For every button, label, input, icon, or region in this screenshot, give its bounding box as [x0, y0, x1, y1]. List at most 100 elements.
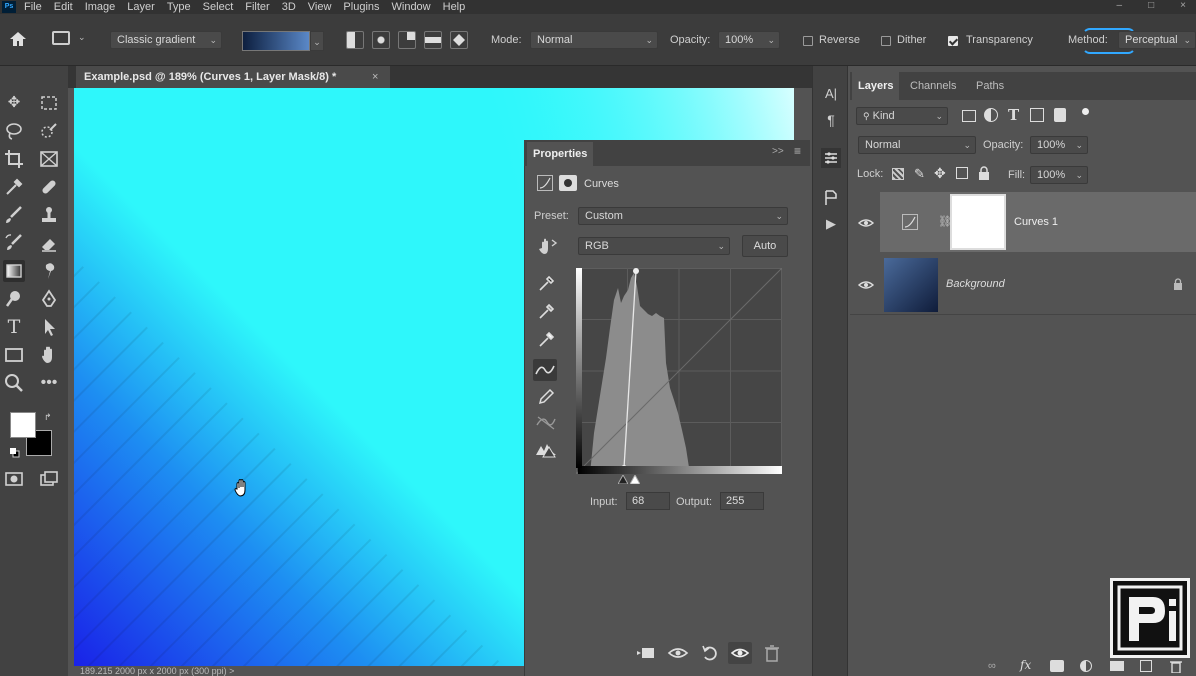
- new-group-folder-icon[interactable]: [1110, 661, 1124, 671]
- close-window-button[interactable]: ×: [1180, 0, 1186, 11]
- toggle-visibility-icon[interactable]: [728, 642, 752, 664]
- menu-3d[interactable]: 3D: [282, 1, 296, 13]
- brush-tool-icon[interactable]: [3, 204, 25, 226]
- collapse-panel-button[interactable]: >>: [772, 146, 784, 157]
- layer-style-fx-icon[interactable]: fx: [1020, 658, 1031, 672]
- blend-mode-dropdown[interactable]: Normal ⌄: [858, 136, 976, 154]
- pen-tool-icon[interactable]: [38, 288, 60, 310]
- new-adjustment-layer-icon[interactable]: [1080, 660, 1092, 672]
- clipping-warning-icon[interactable]: [534, 438, 558, 460]
- panel-menu-icon[interactable]: ≡: [794, 144, 801, 158]
- menu-filter[interactable]: Filter: [245, 1, 269, 13]
- clone-stamp-tool-icon[interactable]: [38, 204, 60, 226]
- screen-mode-icon[interactable]: [38, 468, 60, 490]
- add-mask-icon[interactable]: [1050, 660, 1064, 672]
- gradient-swatch[interactable]: [242, 31, 310, 51]
- hand-tool-icon[interactable]: [38, 344, 60, 366]
- menu-image[interactable]: Image: [85, 1, 116, 13]
- delete-layer-icon[interactable]: [1170, 659, 1182, 673]
- lock-artboard-icon[interactable]: [956, 167, 968, 179]
- curves-graph[interactable]: [576, 268, 782, 474]
- menu-type[interactable]: Type: [167, 1, 191, 13]
- linear-gradient-button[interactable]: [346, 31, 364, 49]
- menu-layer[interactable]: Layer: [127, 1, 155, 13]
- lock-all-icon[interactable]: [978, 166, 990, 180]
- set-white-point-eyedropper-icon[interactable]: [534, 328, 558, 350]
- type-tool-icon[interactable]: T: [3, 316, 25, 338]
- tab-paths[interactable]: Paths: [970, 72, 1010, 100]
- character-panel-icon[interactable]: A|: [821, 84, 841, 104]
- filter-smart-object-icon[interactable]: [1054, 108, 1066, 122]
- layer-locked-icon[interactable]: [1172, 278, 1184, 290]
- transparency-checkbox[interactable]: [948, 36, 958, 46]
- menu-file[interactable]: File: [24, 1, 42, 13]
- marquee-tool-icon[interactable]: [38, 92, 60, 114]
- draw-curve-pencil-icon[interactable]: [534, 385, 558, 407]
- target-adjustment-hand-icon[interactable]: [534, 236, 558, 256]
- filter-pixel-icon[interactable]: [962, 110, 976, 122]
- filter-type-icon[interactable]: T: [1008, 106, 1019, 124]
- layer-name-curves-1[interactable]: Curves 1: [1014, 216, 1058, 228]
- more-tools-icon[interactable]: •••: [38, 372, 60, 394]
- layer-name-background[interactable]: Background: [946, 278, 1005, 290]
- angle-gradient-button[interactable]: [398, 31, 416, 49]
- frame-tool-icon[interactable]: [38, 148, 60, 170]
- link-layers-icon[interactable]: ∞: [988, 660, 996, 672]
- reflected-gradient-button[interactable]: [424, 31, 442, 49]
- swap-colors-icon[interactable]: ↱: [44, 412, 52, 423]
- fill-field[interactable]: 100% ⌄: [1030, 166, 1088, 184]
- edit-points-curve-icon[interactable]: [533, 359, 557, 381]
- crop-tool-icon[interactable]: [3, 148, 25, 170]
- layer-mask-thumbnail[interactable]: [950, 194, 1006, 250]
- dodge-tool-icon[interactable]: [3, 288, 25, 310]
- eyedropper-tool-icon[interactable]: [3, 176, 25, 198]
- lock-transparent-pixels-icon[interactable]: [892, 168, 904, 180]
- document-tab[interactable]: Example.psd @ 189% (Curves 1, Layer Mask…: [76, 66, 390, 88]
- actions-play-icon[interactable]: ▶: [821, 214, 841, 234]
- layer-visibility-eye-icon[interactable]: [858, 216, 874, 230]
- move-tool-icon[interactable]: ✥: [3, 92, 25, 114]
- view-previous-state-icon[interactable]: [666, 642, 690, 664]
- rectangle-tool-icon[interactable]: [3, 344, 25, 366]
- menu-window[interactable]: Window: [392, 1, 431, 13]
- gradient-tool-icon[interactable]: [3, 260, 25, 282]
- adjustments-panel-icon[interactable]: [821, 188, 841, 208]
- white-point-slider-icon[interactable]: [630, 475, 640, 484]
- minimize-button[interactable]: –: [1117, 0, 1123, 11]
- layer-filter-kind-dropdown[interactable]: ⚲ Kind ⌄: [856, 107, 948, 125]
- set-black-point-eyedropper-icon[interactable]: [534, 272, 558, 294]
- quick-selection-tool-icon[interactable]: [38, 120, 60, 142]
- auto-button[interactable]: Auto: [742, 235, 788, 257]
- layer-mask-icon[interactable]: [559, 175, 577, 191]
- preset-dropdown[interactable]: Custom ⌄: [578, 207, 788, 225]
- radial-gradient-button[interactable]: [372, 31, 390, 49]
- layer-opacity-field[interactable]: 100% ⌄: [1030, 136, 1088, 154]
- paragraph-panel-icon[interactable]: ¶: [821, 110, 841, 130]
- mode-dropdown[interactable]: Normal ⌄: [530, 31, 658, 49]
- smudge-tool-icon[interactable]: [38, 260, 60, 282]
- new-layer-icon[interactable]: [1140, 660, 1152, 672]
- opacity-field[interactable]: 100% ⌄: [718, 31, 780, 49]
- filter-adjustment-icon[interactable]: [984, 108, 998, 122]
- menu-select[interactable]: Select: [203, 1, 234, 13]
- background-layer-thumbnail[interactable]: [884, 258, 938, 312]
- dither-checkbox[interactable]: [881, 36, 891, 46]
- diamond-gradient-button[interactable]: [450, 31, 468, 49]
- foreground-color-swatch[interactable]: [10, 412, 36, 438]
- lock-image-pixels-icon[interactable]: ✎: [914, 166, 925, 182]
- method-dropdown[interactable]: Perceptual ⌄: [1118, 31, 1196, 49]
- tab-channels[interactable]: Channels: [904, 72, 962, 100]
- quick-mask-icon[interactable]: [3, 468, 25, 490]
- path-selection-tool-icon[interactable]: [38, 316, 60, 338]
- tab-properties[interactable]: Properties: [527, 142, 593, 166]
- layer-visibility-eye-icon[interactable]: [858, 278, 874, 292]
- set-gray-point-eyedropper-icon[interactable]: [534, 300, 558, 322]
- menu-edit[interactable]: Edit: [54, 1, 73, 13]
- close-document-button[interactable]: ×: [372, 66, 378, 88]
- lock-position-icon[interactable]: ✥: [934, 165, 946, 182]
- channel-dropdown[interactable]: RGB ⌄: [578, 237, 730, 255]
- gradient-preset-dropdown[interactable]: Classic gradient ⌄: [110, 31, 222, 49]
- input-value-field[interactable]: 68: [626, 492, 670, 510]
- delete-adjustment-icon[interactable]: [760, 642, 784, 664]
- filter-toggle-icon[interactable]: [1082, 108, 1089, 115]
